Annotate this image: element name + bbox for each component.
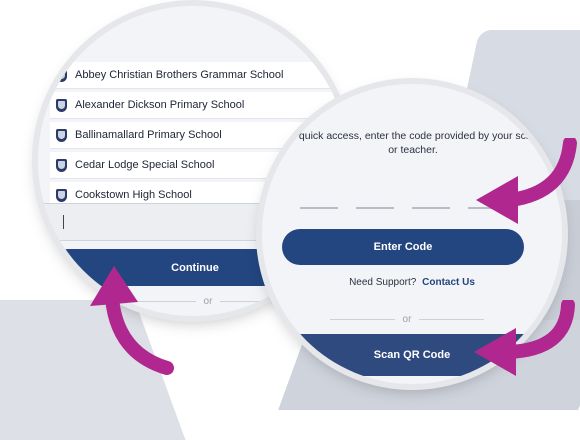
or-divider: or xyxy=(322,312,492,326)
school-name: Cookstown High School xyxy=(75,189,192,201)
arrow-up-icon xyxy=(90,266,174,375)
arrow-left-icon xyxy=(476,138,577,224)
school-name: Cedar Lodge Special School xyxy=(75,159,215,171)
school-crest-icon xyxy=(56,158,67,172)
enter-code-button[interactable]: Enter Code xyxy=(282,229,524,265)
school-crest-icon xyxy=(56,68,67,82)
school-name: Alexander Dickson Primary School xyxy=(75,99,245,111)
or-label: or xyxy=(203,295,213,307)
contact-us-link[interactable]: Contact Us xyxy=(422,277,475,288)
divider-line xyxy=(330,318,395,320)
school-name: Ballinamallard Primary School xyxy=(75,129,222,141)
text-caret xyxy=(63,215,64,229)
code-slot[interactable] xyxy=(300,207,338,209)
school-list-item[interactable]: Alexander Dickson Primary School xyxy=(50,92,348,119)
school-crest-icon xyxy=(56,128,67,142)
arrow-left-icon xyxy=(474,300,575,376)
code-slot[interactable] xyxy=(356,207,394,209)
school-list-item[interactable]: Abbey Christian Brothers Grammar School xyxy=(50,62,348,89)
school-crest-icon xyxy=(56,188,67,202)
or-label: or xyxy=(402,313,412,325)
support-prompt: Need Support? xyxy=(349,277,417,288)
support-row: Need Support? Contact Us xyxy=(262,277,562,288)
code-slot[interactable] xyxy=(412,207,450,209)
school-name: Abbey Christian Brothers Grammar School xyxy=(75,69,284,81)
school-crest-icon xyxy=(56,98,67,112)
